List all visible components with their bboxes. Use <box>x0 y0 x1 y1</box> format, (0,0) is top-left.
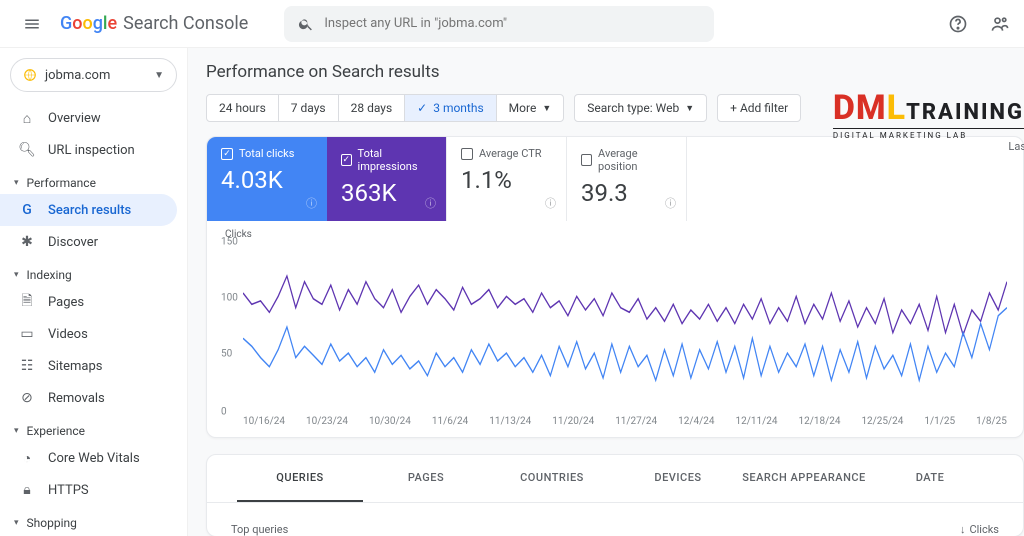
help-icon[interactable]: ⓘ <box>545 195 556 211</box>
gauge-icon: ◔ <box>18 450 36 467</box>
metric-total-impressions[interactable]: Total impressions 363K ⓘ <box>327 137 447 221</box>
sort-down-icon: ↓ <box>960 523 966 536</box>
sidebar-item-https[interactable]: 🔒︎HTTPS <box>0 474 177 506</box>
sidebar-item-label: Search results <box>48 203 131 218</box>
remove-icon: ⊘ <box>18 390 36 406</box>
date-chip-24h[interactable]: 24 hours <box>207 95 279 121</box>
lock-icon: 🔒︎ <box>18 482 36 498</box>
sidebar-item-pages[interactable]: 🗎Pages <box>0 286 177 318</box>
date-chip-more[interactable]: More▼ <box>497 95 564 121</box>
metric-average-position[interactable]: Average position 39.3 ⓘ <box>567 137 687 221</box>
property-name: jobma.com <box>45 68 110 83</box>
sparkle-icon: ✱ <box>18 234 36 250</box>
metric-average-ctr[interactable]: Average CTR 1.1% ⓘ <box>447 137 567 221</box>
sitemap-icon: ☷ <box>18 358 36 374</box>
help-icon[interactable]: ⓘ <box>665 195 676 211</box>
sidebar-item-core-web-vitals[interactable]: ◔Core Web Vitals <box>0 442 177 474</box>
tab-search-appearance[interactable]: SEARCH APPEARANCE <box>741 455 867 502</box>
checkbox-icon <box>581 154 592 166</box>
tab-countries[interactable]: COUNTRIES <box>489 455 615 502</box>
chart-y-label: Clicks <box>225 229 1007 240</box>
last-updated-partial: Las <box>1008 140 1024 153</box>
date-chip-7d[interactable]: 7 days <box>279 95 339 121</box>
chart-x-axis: 10/16/2410/23/2410/30/2411/6/2411/13/241… <box>225 412 1007 427</box>
sidebar: jobma.com ▼ ⌂ Overview 🔍︎ URL inspection… <box>0 48 188 536</box>
sidebar-section-performance[interactable]: ▾Performance <box>0 170 187 194</box>
add-filter-button[interactable]: + Add filter <box>717 94 801 122</box>
video-icon: ▭ <box>18 326 36 342</box>
home-icon: ⌂ <box>18 110 36 127</box>
sidebar-item-search-results[interactable]: G Search results <box>0 194 177 226</box>
menu-icon[interactable] <box>12 4 52 44</box>
date-range-chipgroup: 24 hours 7 days 28 days ✓3 months More▼ <box>206 94 564 122</box>
account-icon[interactable] <box>988 12 1012 36</box>
metric-value: 4.03K <box>221 166 313 194</box>
table-header-left: Top queries <box>231 523 288 536</box>
help-icon[interactable]: ⓘ <box>425 195 436 211</box>
sidebar-section-indexing[interactable]: ▾Indexing <box>0 262 187 286</box>
sidebar-item-label: Overview <box>48 111 101 126</box>
globe-icon <box>23 68 37 82</box>
url-inspect-search[interactable] <box>284 6 714 42</box>
sidebar-item-videos[interactable]: ▭Videos <box>0 318 177 350</box>
sidebar-item-sitemaps[interactable]: ☷Sitemaps <box>0 350 177 382</box>
tab-pages[interactable]: PAGES <box>363 455 489 502</box>
metric-value: 39.3 <box>581 179 672 207</box>
product-name: Search Console <box>123 13 248 34</box>
pages-icon: 🗎 <box>18 290 36 314</box>
tab-devices[interactable]: DEVICES <box>615 455 741 502</box>
sidebar-item-removals[interactable]: ⊘Removals <box>0 382 177 414</box>
metric-total-clicks[interactable]: Total clicks 4.03K ⓘ <box>207 137 327 221</box>
sidebar-item-discover[interactable]: ✱ Discover <box>0 226 177 258</box>
dimension-tabs: QUERIES PAGES COUNTRIES DEVICES SEARCH A… <box>207 455 1023 503</box>
sidebar-item-url-inspection[interactable]: 🔍︎ URL inspection <box>0 134 177 166</box>
performance-chart: 150 100 50 0 <box>225 242 1007 412</box>
chevron-down-icon: ▼ <box>154 70 164 81</box>
google-g-icon: G <box>18 202 36 218</box>
property-selector[interactable]: jobma.com ▼ <box>10 58 177 92</box>
checkbox-icon <box>461 148 473 160</box>
metric-value: 1.1% <box>461 166 552 194</box>
table-header-clicks[interactable]: ↓Clicks <box>960 523 999 536</box>
checkbox-icon <box>221 148 233 160</box>
help-icon[interactable] <box>946 12 970 36</box>
checkbox-icon <box>341 154 352 166</box>
sidebar-item-label: Discover <box>48 235 98 250</box>
watermark-logo: DMLTRAINING DIGITAL MARKETING LAB <box>833 88 1024 140</box>
tab-date[interactable]: DATE <box>867 455 993 502</box>
sidebar-section-experience[interactable]: ▾Experience <box>0 418 187 442</box>
search-type-filter[interactable]: Search type: Web▼ <box>574 94 707 122</box>
search-icon: 🔍︎ <box>18 142 36 158</box>
search-icon <box>298 16 314 32</box>
sidebar-item-label: URL inspection <box>48 143 135 158</box>
url-inspect-input[interactable] <box>324 16 700 31</box>
date-chip-3m[interactable]: ✓3 months <box>405 95 497 121</box>
metric-value: 363K <box>341 179 432 207</box>
sidebar-section-shopping[interactable]: ▾Shopping <box>0 510 187 534</box>
tab-queries[interactable]: QUERIES <box>237 455 363 502</box>
app-logo: Google Search Console <box>60 13 248 34</box>
sidebar-item-overview[interactable]: ⌂ Overview <box>0 102 177 134</box>
help-icon[interactable]: ⓘ <box>306 195 317 211</box>
date-chip-28d[interactable]: 28 days <box>339 95 406 121</box>
